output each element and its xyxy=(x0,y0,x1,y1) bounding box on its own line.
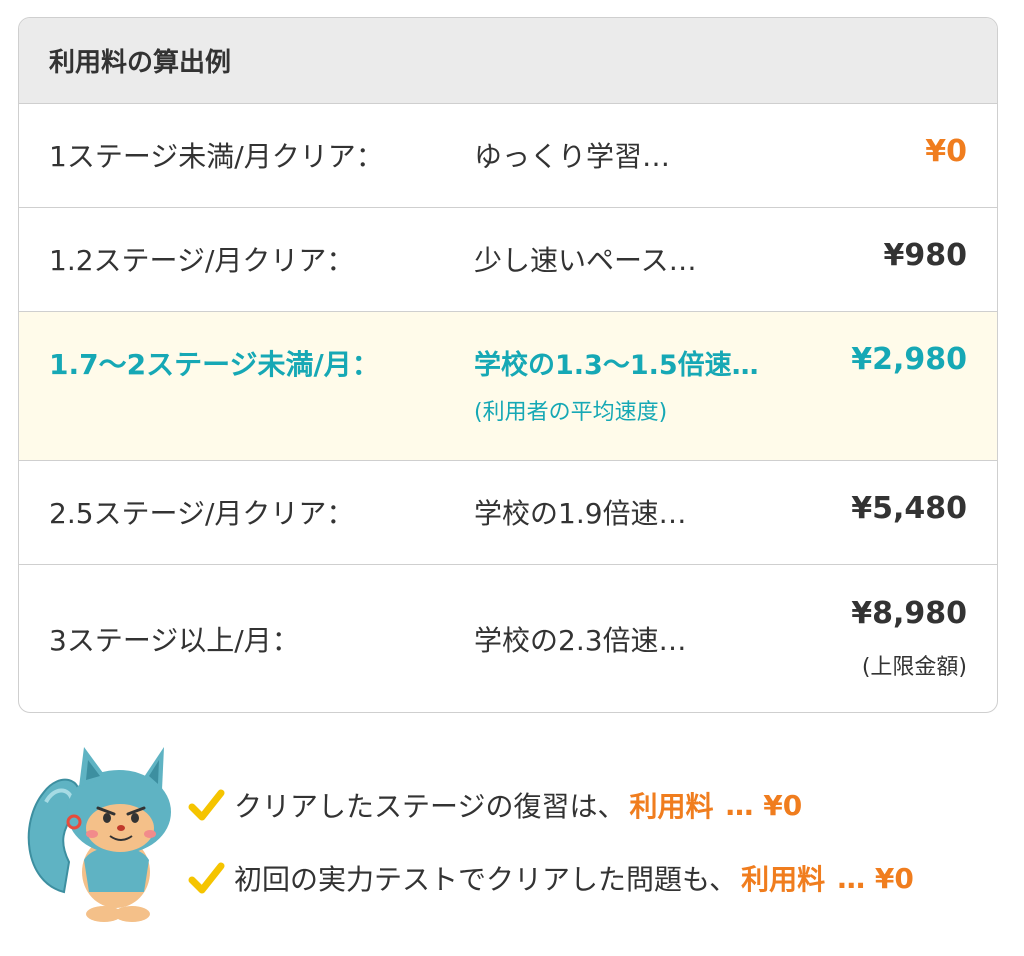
table-title: 利用料の算出例 xyxy=(19,18,997,104)
check-icon xyxy=(188,789,225,821)
table-row: 3ステージ以上/月： 学校の2.3倍速… ¥8,980 (上限金額) xyxy=(19,565,997,712)
row-description: 少し速いペース… xyxy=(474,244,697,277)
note-review-free: クリアしたステージの復習は、 利用料 … ¥0 xyxy=(186,785,802,825)
row-label: 1.7〜2ステージ未満/月： xyxy=(49,348,380,381)
check-icon xyxy=(188,862,225,894)
row-price: ¥5,480 xyxy=(851,491,967,526)
note-text: クリアしたステージの復習は、 xyxy=(234,790,626,823)
row-label: 2.5ステージ/月クリア： xyxy=(49,497,355,530)
table-row: 2.5ステージ/月クリア： 学校の1.9倍速… ¥5,480 xyxy=(19,461,997,565)
note-price: … ¥0 xyxy=(725,788,803,822)
row-price: ¥0 xyxy=(925,134,967,169)
note-test-free: 初回の実力テストでクリアした問題も、 利用料 … ¥0 xyxy=(186,858,914,898)
note-emphasis: 利用料 xyxy=(741,863,826,896)
note-text: 初回の実力テストでクリアした問題も、 xyxy=(234,863,738,896)
table-row: 1.2ステージ/月クリア： 少し速いペース… ¥980 xyxy=(19,208,997,312)
row-description: 学校の1.9倍速… xyxy=(474,497,687,530)
row-label: 1ステージ未満/月クリア： xyxy=(49,140,384,173)
squirrel-mascot-icon xyxy=(27,747,171,922)
note-price: … ¥0 xyxy=(837,861,914,895)
row-description: 学校の2.3倍速… xyxy=(474,624,687,657)
row-description: ゆっくり学習… xyxy=(474,140,671,173)
row-price: ¥2,980 xyxy=(851,342,967,377)
table-row-highlighted: 1.7〜2ステージ未満/月： 学校の1.3〜1.5倍速… (利用者の平均速度) … xyxy=(19,312,997,461)
row-description: 学校の1.3〜1.5倍速… xyxy=(474,350,759,381)
row-price: ¥8,980 xyxy=(851,596,967,631)
row-price-note: (上限金額) xyxy=(861,655,967,680)
note-emphasis: 利用料 xyxy=(629,790,714,823)
row-label: 3ステージ以上/月： xyxy=(49,624,300,657)
fee-example-table: 利用料の算出例 1ステージ未満/月クリア： ゆっくり学習… ¥0 1.2ステージ… xyxy=(18,17,998,713)
row-price: ¥980 xyxy=(883,238,968,273)
table-row: 1ステージ未満/月クリア： ゆっくり学習… ¥0 xyxy=(19,104,997,208)
row-description-note: (利用者の平均速度) xyxy=(474,400,668,425)
row-label: 1.2ステージ/月クリア： xyxy=(49,244,355,277)
